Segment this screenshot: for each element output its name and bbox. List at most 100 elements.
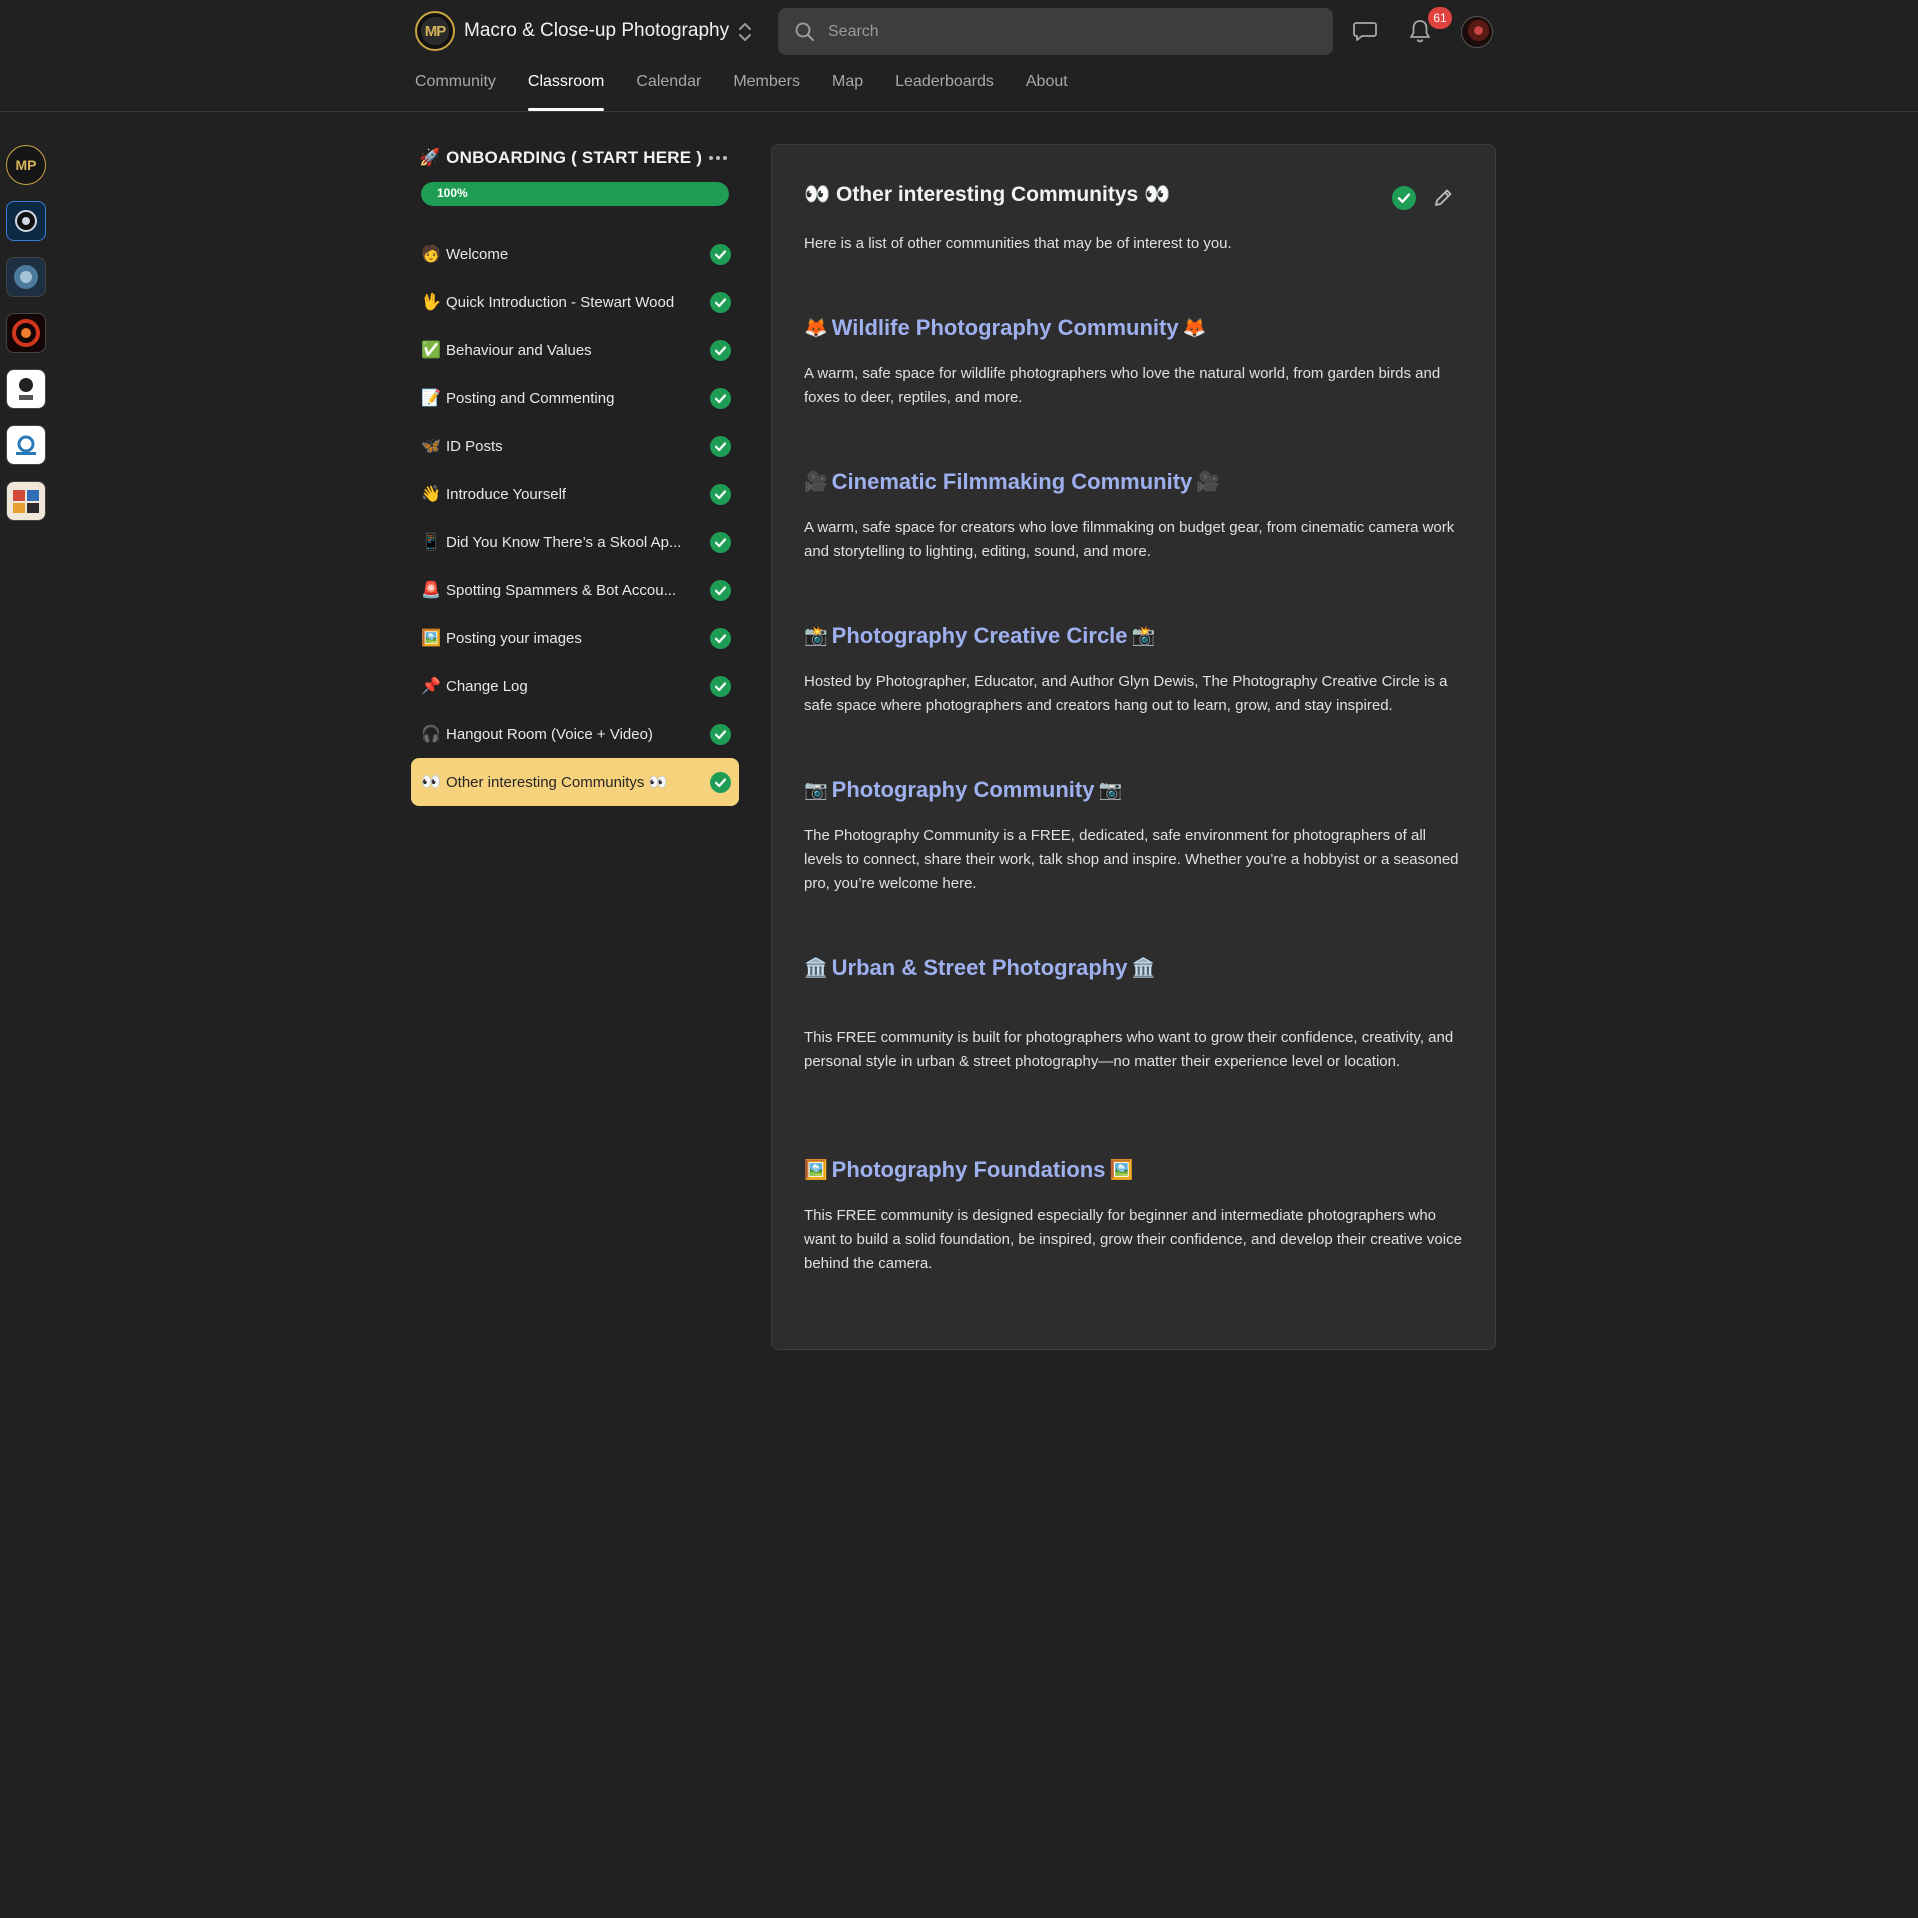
lesson-spotting-spammers[interactable]: 🚨 Spotting Spammers & Bot Accou...: [411, 566, 739, 614]
lesson-quick-introduction[interactable]: 🖖 Quick Introduction - Stewart Wood: [411, 278, 739, 326]
lesson-emoji-icon: 🧑: [421, 246, 441, 263]
lesson-other-communities[interactable]: 👀 Other interesting Communitys 👀: [411, 758, 739, 806]
community-description: The Photography Community is a FREE, ded…: [804, 827, 1459, 892]
lesson-list: 🧑 Welcome 🖖 Quick Introduction - Stewart…: [411, 230, 739, 806]
lesson-label: Did You Know There’s a Skool Ap...: [446, 533, 682, 551]
search-bar[interactable]: [778, 8, 1333, 55]
lesson-skool-app[interactable]: 📱 Did You Know There’s a Skool Ap...: [411, 518, 739, 566]
lesson-content-panel: 👀 Other interesting Communitys 👀 Here is…: [771, 144, 1496, 1350]
lesson-label: Posting your images: [446, 629, 582, 647]
lesson-label: Posting and Commenting: [446, 389, 615, 407]
camera-icon: 📷: [804, 780, 828, 801]
lesson-label: Introduce Yourself: [446, 485, 567, 503]
search-icon: [795, 22, 814, 41]
community-description: Hosted by Photographer, Educator, and Au…: [804, 673, 1448, 714]
community-logo: MP: [415, 11, 455, 51]
completed-check-icon: [710, 724, 731, 745]
tab-calendar[interactable]: Calendar: [636, 72, 701, 112]
tab-members[interactable]: Members: [733, 72, 800, 112]
lesson-emoji-icon: 📱: [421, 534, 441, 551]
lesson-emoji-icon: 📝: [421, 390, 441, 407]
community-link-text: Cinematic Filmmaking Community: [831, 469, 1193, 494]
movie-camera-icon: 🎥: [804, 472, 828, 493]
tab-community[interactable]: Community: [415, 72, 496, 112]
community-link[interactable]: 🏛️ Urban & Street Photography 🏛️: [804, 955, 1464, 981]
edit-pencil-icon[interactable]: [1432, 187, 1454, 209]
more-options-icon[interactable]: [707, 150, 729, 166]
lesson-label: Other interesting Communitys 👀: [446, 774, 668, 791]
lesson-label: Quick Introduction - Stewart Wood: [446, 293, 675, 311]
community-icon-6[interactable]: [6, 425, 46, 465]
tab-leaderboards[interactable]: Leaderboards: [895, 72, 994, 112]
classical-building-icon: 🏛️: [1131, 958, 1156, 979]
course-progress-bar: 100%: [421, 182, 729, 206]
chevron-up-down-icon[interactable]: [736, 20, 754, 44]
community-description: This FREE community is designed especial…: [804, 1207, 1462, 1272]
community-entry: 🦊 Wildlife Photography Community 🦊 A war…: [804, 315, 1464, 410]
lesson-posting-images[interactable]: 🖼️ Posting your images: [411, 614, 739, 662]
course-header[interactable]: 🚀 ONBOARDING ( START HERE ): [411, 140, 739, 176]
lesson-change-log[interactable]: 📌 Change Log: [411, 662, 739, 710]
community-description: This FREE community is built for photogr…: [804, 1029, 1454, 1070]
community-link-text: Photography Foundations: [831, 1157, 1106, 1182]
camera-icon: 📷: [1098, 780, 1123, 801]
course-sidebar: 🚀 ONBOARDING ( START HERE ) 100% 🧑 Welco…: [411, 140, 739, 806]
community-name: Macro & Close-up Photography: [464, 20, 730, 41]
community-description: A warm, safe space for creators who love…: [804, 519, 1455, 560]
community-icon-5[interactable]: [6, 369, 46, 409]
fox-icon: 🦊: [804, 318, 828, 339]
lesson-title: 👀 Other interesting Communitys 👀: [804, 183, 1171, 206]
community-rail: MP: [6, 145, 46, 537]
top-header: MP Macro & Close-up Photography 61 Commu…: [0, 0, 1918, 112]
completed-check-icon: [710, 628, 731, 649]
lesson-emoji-icon: 👋: [421, 486, 441, 503]
lesson-welcome[interactable]: 🧑 Welcome: [411, 230, 739, 278]
community-link[interactable]: 🖼️ Photography Foundations 🖼️: [804, 1157, 1464, 1183]
community-icon-2[interactable]: [6, 201, 46, 241]
lesson-behaviour-values[interactable]: ✅ Behaviour and Values: [411, 326, 739, 374]
framed-picture-icon: 🖼️: [1109, 1160, 1134, 1181]
completed-check-icon: [710, 580, 731, 601]
mark-complete-check-icon[interactable]: [1392, 186, 1416, 210]
movie-camera-icon: 🎥: [1196, 472, 1220, 493]
community-link-text: Urban & Street Photography: [831, 955, 1128, 980]
lesson-id-posts[interactable]: 🦋 ID Posts: [411, 422, 739, 470]
tab-map[interactable]: Map: [832, 72, 863, 112]
community-entry: 🏛️ Urban & Street Photography 🏛️ This FR…: [804, 955, 1464, 1074]
completed-check-icon: [710, 292, 731, 313]
camera-flash-icon: 📸: [804, 626, 828, 647]
community-link-text: Photography Creative Circle: [831, 623, 1128, 648]
community-entry: 🖼️ Photography Foundations 🖼️ This FREE …: [804, 1157, 1464, 1276]
community-entry: 📷 Photography Community 📷 The Photograph…: [804, 777, 1464, 896]
community-link[interactable]: 🎥 Cinematic Filmmaking Community 🎥: [804, 469, 1464, 495]
community-link[interactable]: 📸 Photography Creative Circle 📸: [804, 623, 1464, 649]
community-icon-4[interactable]: [6, 313, 46, 353]
lesson-emoji-icon: ✅: [421, 342, 441, 359]
community-link[interactable]: 📷 Photography Community 📷: [804, 777, 1464, 803]
community-switcher[interactable]: MP Macro & Close-up Photography: [415, 11, 729, 51]
lesson-label: Spotting Spammers & Bot Accou...: [446, 581, 677, 599]
fox-icon: 🦊: [1182, 318, 1207, 339]
tab-about[interactable]: About: [1026, 72, 1068, 112]
completed-check-icon: [710, 484, 731, 505]
community-icon-macro[interactable]: MP: [6, 145, 46, 185]
community-link[interactable]: 🦊 Wildlife Photography Community 🦊: [804, 315, 1464, 341]
completed-check-icon: [710, 436, 731, 457]
tab-classroom[interactable]: Classroom: [527, 72, 605, 112]
user-avatar[interactable]: [1461, 16, 1493, 48]
notification-badge: 61: [1428, 7, 1452, 29]
completed-check-icon: [710, 532, 731, 553]
completed-check-icon: [710, 244, 731, 265]
search-input[interactable]: [828, 8, 1333, 55]
community-icon-3[interactable]: [6, 257, 46, 297]
lesson-label: ID Posts: [446, 437, 503, 455]
lesson-emoji-icon: 👀: [421, 774, 441, 791]
nav-tabs: Community Classroom Calendar Members Map…: [415, 72, 1100, 112]
lesson-label: Hangout Room (Voice + Video): [446, 725, 653, 743]
lesson-hangout-room[interactable]: 🎧 Hangout Room (Voice + Video): [411, 710, 739, 758]
lesson-posting-commenting[interactable]: 📝 Posting and Commenting: [411, 374, 739, 422]
classical-building-icon: 🏛️: [804, 958, 828, 979]
lesson-introduce-yourself[interactable]: 👋 Introduce Yourself: [411, 470, 739, 518]
chat-icon[interactable]: [1350, 16, 1380, 46]
community-icon-7[interactable]: [6, 481, 46, 521]
